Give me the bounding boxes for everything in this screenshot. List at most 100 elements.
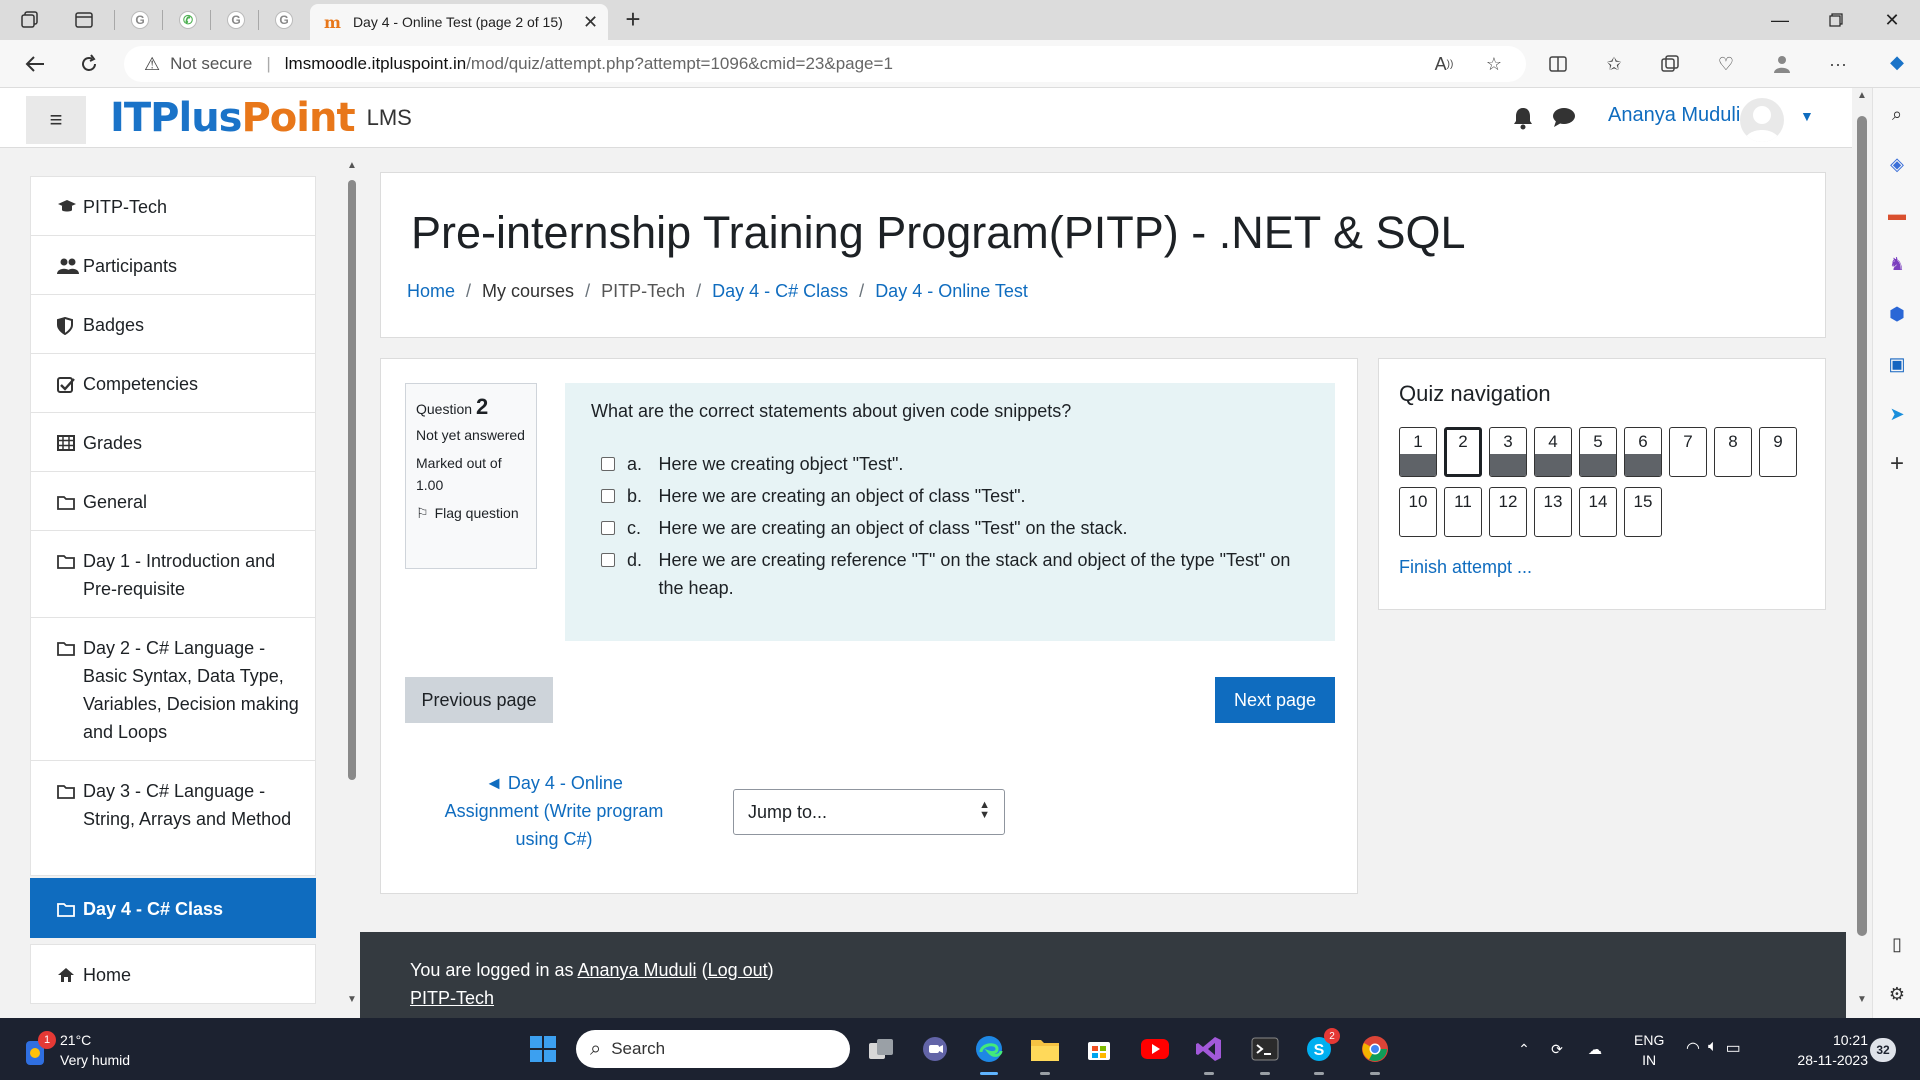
favorites-icon[interactable]: ✩ <box>1598 48 1630 80</box>
close-window-button[interactable]: ✕ <box>1864 0 1920 40</box>
back-button[interactable] <box>18 48 52 80</box>
drawer-toggle-button[interactable]: ≡ <box>26 96 86 144</box>
tab-google-2[interactable]: G <box>222 6 250 34</box>
breadcrumb-section[interactable]: Day 4 - C# Class <box>712 281 848 302</box>
workspaces-icon[interactable] <box>16 6 44 34</box>
microsoft-store-icon[interactable] <box>1080 1030 1118 1068</box>
drawer-scroll-thumb[interactable] <box>348 180 356 780</box>
previous-page-button[interactable]: Previous page <box>405 677 553 723</box>
drawer-item-day-1[interactable]: Day 1 - Introduction and Pre-requisite <box>30 530 316 618</box>
scroll-up-icon[interactable]: ▲ <box>1857 90 1867 101</box>
footer-user-link[interactable]: Ananya Muduli <box>577 960 696 980</box>
sync-icon[interactable]: ⟳ <box>1538 1041 1576 1058</box>
quiz-nav-question-15[interactable]: 15 <box>1624 487 1662 537</box>
drawer-item-home[interactable]: Home <box>30 944 316 1004</box>
new-tab-button[interactable]: + <box>618 4 648 34</box>
task-view-icon[interactable] <box>862 1030 900 1068</box>
answer-option-d[interactable]: d. Here we are creating reference "T" on… <box>591 546 1309 602</box>
quiz-nav-question-2[interactable]: 2 <box>1444 427 1482 477</box>
file-explorer-icon[interactable] <box>1026 1030 1064 1068</box>
youtube-icon[interactable] <box>1136 1030 1174 1068</box>
quiz-nav-question-3[interactable]: 3 <box>1489 427 1527 477</box>
more-menu-icon[interactable]: ··· <box>1822 48 1854 80</box>
profile-icon[interactable] <box>1766 48 1798 80</box>
drawer-item-competencies[interactable]: Competencies <box>30 353 316 413</box>
quiz-nav-question-13[interactable]: 13 <box>1534 487 1572 537</box>
tab-google-1[interactable]: G <box>126 6 154 34</box>
quiz-nav-question-11[interactable]: 11 <box>1444 487 1482 537</box>
drawer-item-participants[interactable]: Participants <box>30 235 316 295</box>
quiz-nav-question-14[interactable]: 14 <box>1579 487 1617 537</box>
quiz-nav-question-5[interactable]: 5 <box>1579 427 1617 477</box>
drawer-item-pitp-tech[interactable]: PITP-Tech <box>30 176 316 236</box>
minimize-button[interactable]: — <box>1752 0 1808 40</box>
answer-checkbox[interactable] <box>601 521 615 535</box>
breadcrumb-home[interactable]: Home <box>407 281 455 302</box>
drop-icon[interactable]: ➤ <box>1883 400 1911 428</box>
skype-icon[interactable]: S 2 <box>1300 1028 1340 1068</box>
quiz-nav-question-1[interactable]: 1 <box>1399 427 1437 477</box>
browser-essentials-icon[interactable]: ♡ <box>1710 48 1742 80</box>
notifications-bell-icon[interactable] <box>1512 106 1540 134</box>
drawer-item-day-4[interactable]: Day 4 - C# Class <box>30 878 316 938</box>
add-sidebar-app-icon[interactable]: + <box>1883 450 1911 478</box>
drawer-item-day-3[interactable]: Day 3 - C# Language - String, Arrays and… <box>30 760 316 876</box>
refresh-button[interactable] <box>72 48 106 80</box>
games-icon[interactable]: ♞ <box>1883 250 1911 278</box>
microsoft-365-icon[interactable]: ⬢ <box>1883 300 1911 328</box>
footer-course-link[interactable]: PITP-Tech <box>410 988 494 1008</box>
outlook-icon[interactable]: ▣ <box>1883 350 1911 378</box>
quick-settings[interactable]: ◠ 🔈︎ ▭ <box>1686 1038 1741 1058</box>
previous-activity-link[interactable]: ◄ Day 4 - Online Assignment (Write progr… <box>441 769 667 853</box>
copilot-icon[interactable]: ◆ <box>1883 48 1911 76</box>
quiz-nav-question-7[interactable]: 7 <box>1669 427 1707 477</box>
drawer-item-day-2[interactable]: Day 2 - C# Language - Basic Syntax, Data… <box>30 617 316 761</box>
tab-whatsapp[interactable]: ✆ <box>174 6 202 34</box>
search-icon[interactable]: ⌕ <box>1883 100 1911 128</box>
notification-count-badge[interactable]: 32 <box>1870 1038 1896 1062</box>
tools-icon[interactable]: ▬ <box>1883 200 1911 228</box>
scroll-up-icon[interactable]: ▲ <box>347 160 357 171</box>
logout-link[interactable]: Log out <box>708 960 768 980</box>
next-page-button[interactable]: Next page <box>1215 677 1335 723</box>
url-field[interactable]: ⚠ Not secure | lmsmoodle.itpluspoint.in … <box>124 46 1526 82</box>
finish-attempt-link[interactable]: Finish attempt ... <box>1399 557 1532 578</box>
answer-option-a[interactable]: a. Here we creating object "Test". <box>591 450 1309 478</box>
shopping-tag-icon[interactable]: ◈ <box>1883 150 1911 178</box>
active-tab[interactable]: m Day 4 - Online Test (page 2 of 15) ✕ <box>310 4 608 40</box>
visual-studio-icon[interactable] <box>1190 1030 1228 1068</box>
breadcrumb-activity[interactable]: Day 4 - Online Test <box>875 281 1028 302</box>
language-indicator[interactable]: ENG IN <box>1634 1030 1664 1070</box>
drawer-item-badges[interactable]: Badges <box>30 294 316 354</box>
user-menu-name[interactable]: Ananya Muduli <box>1608 104 1740 127</box>
messages-chat-icon[interactable] <box>1552 106 1580 134</box>
answer-checkbox[interactable] <box>601 553 615 567</box>
quiz-nav-question-9[interactable]: 9 <box>1759 427 1797 477</box>
teams-chat-icon[interactable] <box>916 1030 954 1068</box>
edge-browser-icon[interactable] <box>970 1030 1008 1068</box>
tab-actions-icon[interactable] <box>70 6 98 34</box>
onedrive-icon[interactable]: ☁ <box>1576 1041 1614 1058</box>
restore-button[interactable] <box>1808 0 1864 40</box>
answer-option-c[interactable]: c. Here we are creating an object of cla… <box>591 514 1309 542</box>
chevron-down-icon[interactable]: ▼ <box>1800 108 1814 124</box>
drawer-item-grades[interactable]: Grades <box>30 412 316 472</box>
quiz-nav-question-6[interactable]: 6 <box>1624 427 1662 477</box>
scroll-down-icon[interactable]: ▼ <box>1857 994 1867 1005</box>
chevron-up-icon[interactable]: ⌃ <box>1510 1041 1538 1058</box>
tab-google-3[interactable]: G <box>270 6 298 34</box>
hide-sidebar-icon[interactable]: ▯ <box>1883 930 1911 958</box>
user-avatar[interactable] <box>1740 98 1784 142</box>
scroll-down-icon[interactable]: ▼ <box>347 994 357 1005</box>
split-screen-icon[interactable] <box>1542 48 1574 80</box>
taskbar-search[interactable]: ⌕ Search <box>576 1030 850 1068</box>
sidebar-settings-icon[interactable]: ⚙ <box>1883 980 1911 1008</box>
answer-checkbox[interactable] <box>601 457 615 471</box>
answer-option-b[interactable]: b. Here we are creating an object of cla… <box>591 482 1309 510</box>
quiz-nav-question-12[interactable]: 12 <box>1489 487 1527 537</box>
clock[interactable]: 10:21 28-11-2023 <box>1776 1030 1868 1070</box>
flag-question-link[interactable]: ⚐ Flag question <box>416 502 526 524</box>
breadcrumb-course[interactable]: PITP-Tech <box>601 281 685 302</box>
drawer-item-general[interactable]: General <box>30 471 316 531</box>
close-tab-icon[interactable]: ✕ <box>583 12 598 33</box>
